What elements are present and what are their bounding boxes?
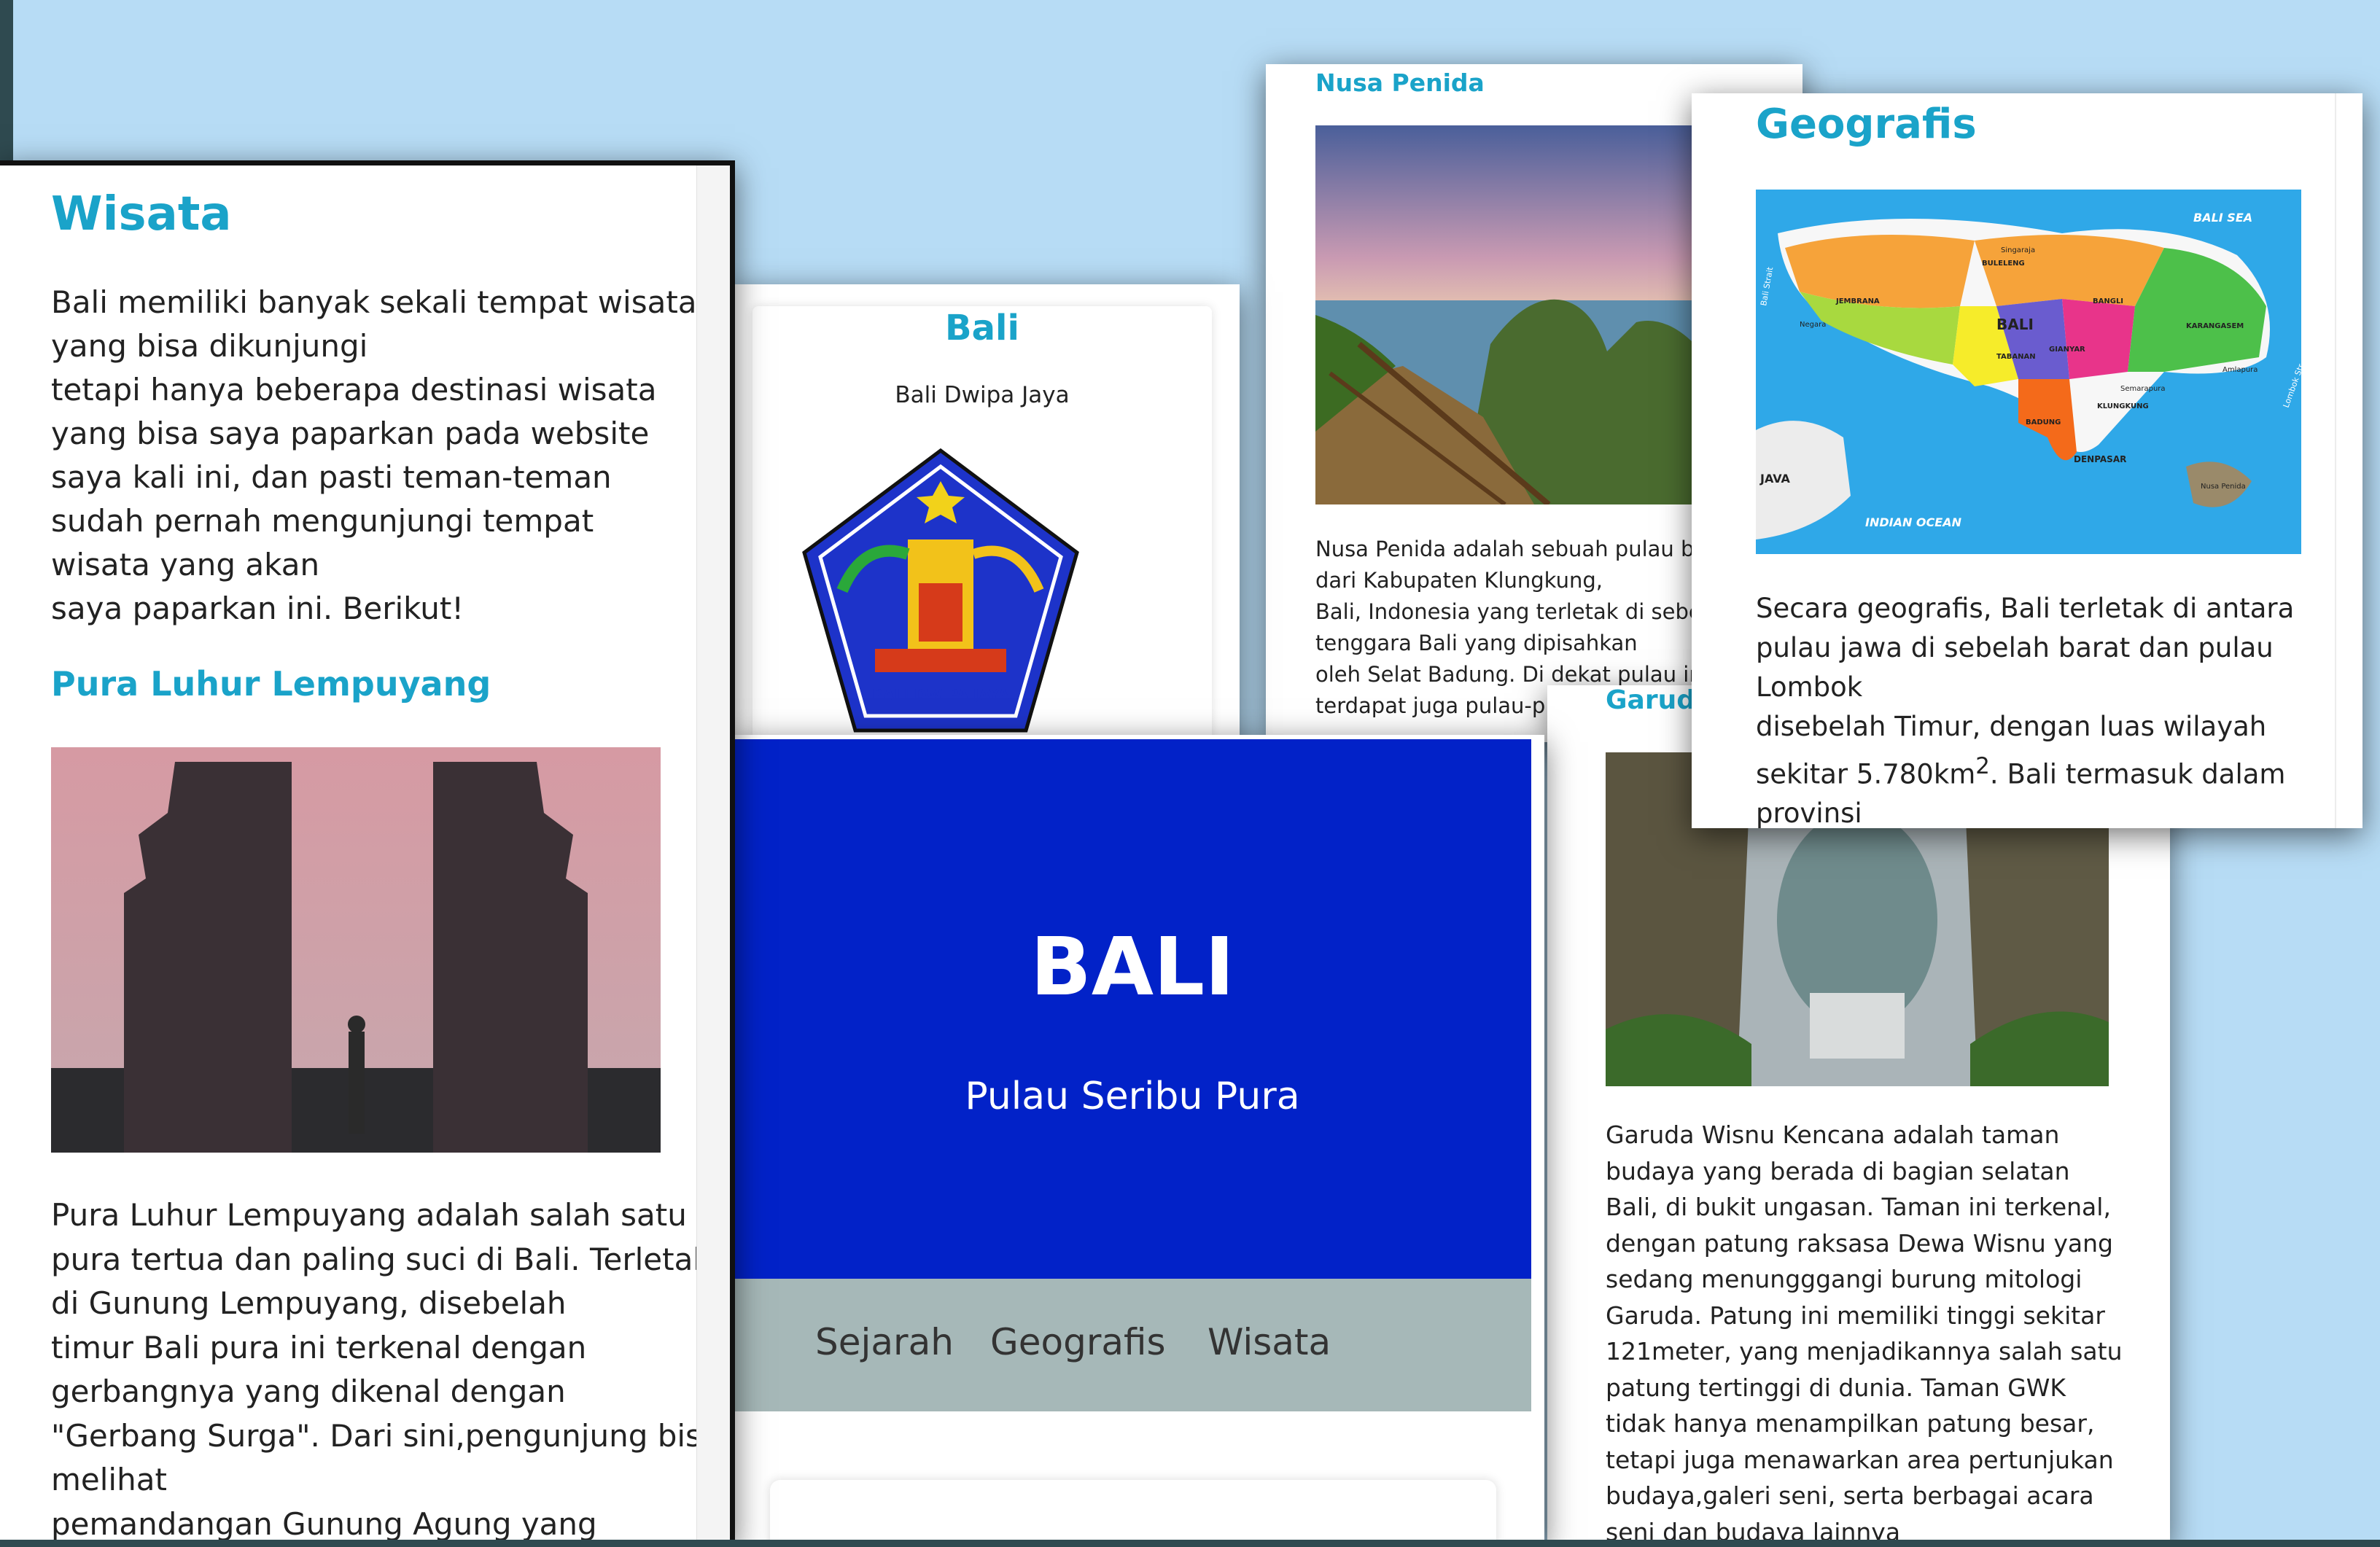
map-label-bali: BALI [1996, 316, 2034, 333]
hero-title: BALI [1030, 920, 1234, 1013]
text-line: tidak hanya menampilkan patung besar, [1606, 1409, 2095, 1438]
text-line: yang bisa saya paparkan pada website [51, 416, 650, 451]
map-label-bangli: BANGLI [2093, 297, 2123, 305]
nav-link-sejarah[interactable]: Sejarah [815, 1321, 954, 1363]
text-line: patung tertinggi di dunia. Taman GWK [1606, 1373, 2066, 1402]
text-line: Secara geografis, Bali terletak di antar… [1756, 593, 2295, 624]
text-line: Bali memiliki banyak sekali tempat wisat… [51, 284, 697, 320]
map-label-negara: Negara [1800, 321, 1826, 329]
area-suffix: . Bali termasuk dalam [1989, 758, 2286, 790]
map-label-denpasar: DENPASAR [2074, 454, 2126, 464]
map-label-indian-ocean: INDIAN OCEAN [1865, 515, 1962, 529]
map-label-jembrana: JEMBRANA [1835, 297, 1880, 305]
bali-emblem-lettering: BALI DWIPA JAYA [872, 686, 1010, 704]
pura-lempuyang-description: Pura Luhur Lempuyang adalah salah satu p… [51, 1193, 720, 1546]
map-label-amlapura: Amlapura [2222, 366, 2258, 374]
text-line: budaya yang berada di bagian selatan [1606, 1156, 2070, 1185]
map-label-nusa-penida: Nusa Penida [2201, 483, 2246, 491]
pura-lempuyang-photo [51, 747, 661, 1153]
geografis-heading: Geografis [1756, 101, 1977, 148]
text-line: dari Kabupaten Klungkung, [1315, 568, 1603, 593]
text-line: di Gunung Lempuyang, disebelah [51, 1285, 567, 1321]
wisata-intro: Bali memiliki banyak sekali tempat wisat… [51, 281, 697, 631]
text-line: melihat [51, 1462, 167, 1497]
text-line: Bali, Indonesia yang terletak di sebela [1315, 599, 1721, 624]
bali-card-title: Bali [945, 308, 1019, 348]
scrollbar[interactable] [696, 165, 730, 1547]
map-label-klungkung: KLUNGKUNG [2097, 402, 2149, 410]
text-line: 121meter, yang menjadikannya salah satu [1606, 1337, 2123, 1365]
text-line: sedang menungggangi burung mitologi [1606, 1265, 2082, 1293]
bali-map: BALI SEA BALI JAVA INDIAN OCEAN Bali Str… [1756, 190, 2306, 554]
map-label-semarapura: Semarapura [2120, 385, 2166, 393]
main-nav: Sejarah Geografis Wisata [734, 1279, 1531, 1411]
nav-link-wisata[interactable]: Wisata [1208, 1321, 1331, 1363]
bali-card-subtitle: Bali Dwipa Jaya [895, 382, 1070, 408]
text-line: budaya,galeri seni, serta berbagai acara [1606, 1481, 2094, 1510]
map-label-bali-sea: BALI SEA [2193, 211, 2252, 225]
text-line: "Gerbang Surga". Dari sini,pengunjung bi… [51, 1417, 720, 1454]
map-label-gianyar: GIANYAR [2049, 346, 2085, 354]
text-line: wisata yang akan [51, 547, 320, 582]
scrollbar-track [2335, 93, 2336, 828]
geografis-screenshot: Geografis BALI SEA BALI JAVA INDIAN OCEA… [1692, 93, 2362, 828]
bali-emblem-icon: BALI DWIPA JAYA [798, 445, 1083, 736]
text-line: gerbangnya yang dikenal dengan [51, 1373, 566, 1409]
text-line: tetapi juga menawarkan area pertunjukan [1606, 1445, 2114, 1474]
text-line: timur Bali pura ini terkenal dengan [51, 1329, 587, 1365]
bali-card: Bali Bali Dwipa Jaya BALI DWIPA JAYA [752, 306, 1212, 744]
geografis-description: Secara geografis, Bali terletak di antar… [1756, 589, 2325, 828]
content-card [770, 1480, 1496, 1547]
desktop-edge-bottom [0, 1540, 2380, 1547]
garuda-description: Garuda Wisnu Kencana adalah taman budaya… [1606, 1117, 2123, 1547]
text-line: Bali, di bukit ungasan. Taman ini terken… [1606, 1193, 2111, 1221]
nav-link-geografis[interactable]: Geografis [990, 1321, 1166, 1363]
area-line: sekitar 5.780km2. Bali termasuk dalam [1756, 747, 2325, 794]
area-text: sekitar 5.780km [1756, 758, 1976, 790]
text-line: Nusa Penida adalah sebuah pulau ba [1315, 537, 1708, 561]
text-line: tetapi hanya beberapa destinasi wisata [51, 372, 657, 408]
map-label-buleleng: BULELENG [1982, 260, 2025, 268]
text-line: tenggara Bali yang dipisahkan [1315, 631, 1638, 655]
pura-lempuyang-heading: Pura Luhur Lempuyang [51, 664, 491, 704]
bali-hero-screenshot: BALI Pulau Seribu Pura Sejarah Geografis… [726, 735, 1544, 1547]
text-line: Garuda. Patung ini memiliki tinggi sekit… [1606, 1301, 2105, 1330]
hero-subtitle: Pulau Seribu Pura [965, 1075, 1300, 1118]
text-line: disebelah Timur, dengan luas wilayah [1756, 711, 2267, 742]
nusa-penida-photo [1315, 125, 1709, 504]
text-line: dengan patung raksasa Dewa Wisnu yang [1606, 1228, 2113, 1258]
map-label-badung: BADUNG [2026, 418, 2061, 426]
text-line: Pura Luhur Lempuyang adalah salah satu [51, 1197, 687, 1233]
nusa-penida-heading: Nusa Penida [1315, 69, 1485, 97]
area-superscript: 2 [1975, 753, 1990, 779]
wisata-screenshot: Wisata Bali memiliki banyak sekali tempa… [0, 160, 735, 1547]
text-line: pulau jawa di sebelah barat dan pulau [1756, 632, 2274, 663]
map-label-java: JAVA [1759, 472, 1791, 486]
map-label-singaraja: Singaraja [2001, 246, 2035, 254]
hero-banner: BALI Pulau Seribu Pura [734, 739, 1531, 1279]
text-line: Garuda Wisnu Kencana adalah taman [1606, 1121, 2060, 1149]
text-line: pura tertua dan paling suci di Bali. Ter… [51, 1241, 711, 1277]
map-label-tabanan: TABANAN [1996, 353, 2036, 361]
text-line: saya kali ini, dan pasti teman-teman [51, 459, 612, 495]
bali-logo-screenshot: Bali Bali Dwipa Jaya BALI DWIPA JAYA [729, 284, 1240, 758]
text-line: provinsi [1756, 798, 1862, 828]
map-label-karangasem: KARANGASEM [2186, 322, 2244, 330]
text-line: sudah pernah mengunjungi tempat [51, 503, 594, 539]
text-line: saya paparkan ini. Berikut! [51, 591, 464, 626]
text-line: yang bisa dikunjungi [51, 328, 368, 364]
text-line: Lombok [1756, 671, 1863, 703]
wisata-heading: Wisata [51, 187, 232, 241]
